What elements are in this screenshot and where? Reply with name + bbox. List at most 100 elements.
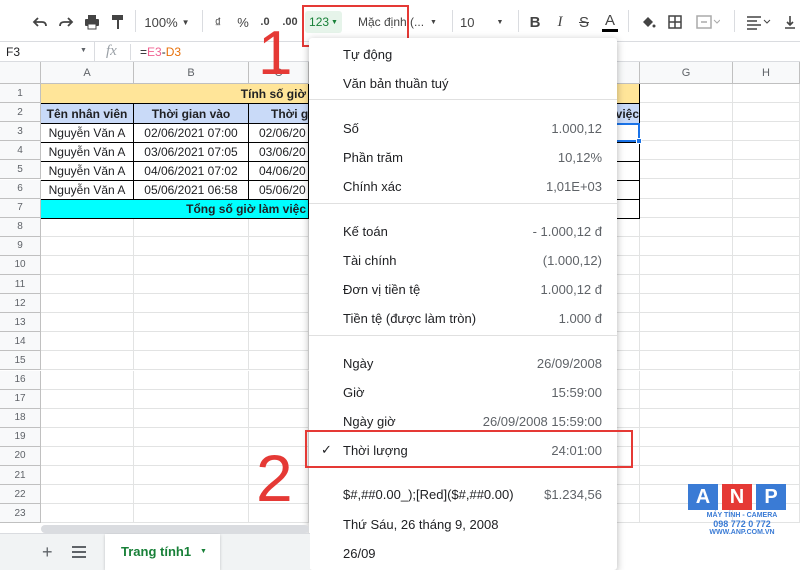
grid-cell[interactable] [134, 294, 249, 314]
name-box[interactable]: F3 ▼ [0, 42, 95, 61]
row-header[interactable]: 4 [0, 141, 41, 161]
grid-cell[interactable] [733, 179, 800, 199]
grid-cell[interactable] [733, 408, 800, 428]
row-header[interactable]: 3 [0, 122, 41, 142]
grid-cell[interactable] [617, 255, 640, 275]
grid-cell[interactable] [134, 313, 249, 333]
grid-cell[interactable] [617, 313, 640, 333]
grid-cell[interactable] [733, 236, 800, 256]
data-cell[interactable]: 04/06/20 [249, 162, 309, 181]
font-select[interactable]: Mặc định (... ▼ [358, 11, 446, 33]
grid-cell[interactable] [249, 389, 309, 409]
grid-cell[interactable] [249, 217, 309, 237]
grid-cell[interactable] [733, 160, 800, 180]
row-header[interactable]: 13 [0, 313, 41, 333]
grid-cell[interactable] [617, 217, 640, 237]
grid-cell[interactable] [134, 332, 249, 352]
grid-cell[interactable] [617, 294, 640, 314]
grid-cell[interactable] [640, 446, 733, 466]
grid-cell[interactable] [733, 217, 800, 237]
grid-cell[interactable] [617, 370, 640, 390]
grid-cell[interactable] [640, 236, 733, 256]
grid-cell[interactable] [41, 370, 134, 390]
grid-cell[interactable] [640, 84, 733, 103]
merge-cells-icon[interactable] [692, 11, 724, 33]
grid-cell[interactable] [249, 332, 309, 352]
menu-item[interactable]: Tài chính (1.000,12) [309, 246, 617, 274]
grid-cell[interactable] [134, 255, 249, 275]
column-header-b[interactable]: B [134, 62, 249, 84]
grid-cell[interactable] [733, 84, 800, 103]
column-header-f-partial[interactable] [617, 62, 640, 84]
grid-cell[interactable] [134, 485, 249, 505]
grid-cell[interactable] [617, 485, 640, 505]
grid-cell[interactable] [249, 294, 309, 314]
data-cell[interactable]: 02/06/2021 07:00 [134, 124, 249, 143]
grid-cell[interactable] [640, 351, 733, 371]
column-header-h[interactable]: H [733, 62, 800, 84]
data-cell-f[interactable] [617, 162, 640, 181]
percent-button[interactable]: % [235, 11, 251, 33]
grid-cell[interactable] [249, 236, 309, 256]
grid-cell[interactable] [41, 313, 134, 333]
data-cell[interactable]: Nguyễn Văn A [41, 124, 134, 143]
row-header[interactable]: 18 [0, 408, 41, 428]
grid-cell[interactable] [617, 332, 640, 352]
grid-cell[interactable] [733, 351, 800, 371]
grid-cell[interactable] [640, 179, 733, 199]
grid-cell[interactable] [134, 389, 249, 409]
grid-cell[interactable] [733, 466, 800, 485]
grid-cell[interactable] [733, 198, 800, 218]
strikethrough-button[interactable]: S [576, 11, 592, 33]
grid-cell[interactable] [733, 389, 800, 409]
menu-item[interactable]: Phần trăm 10,12% [309, 143, 617, 171]
grid-cell[interactable] [617, 389, 640, 409]
undo-icon[interactable] [30, 11, 50, 33]
horizontal-scrollbar[interactable] [41, 525, 309, 533]
grid-cell[interactable] [134, 408, 249, 428]
header-time-in[interactable]: Thời gian vào [134, 104, 249, 124]
data-cell[interactable]: Nguyễn Văn A [41, 181, 134, 200]
grid-cell[interactable] [640, 255, 733, 275]
grid-cell[interactable] [733, 427, 800, 447]
grid-cell[interactable] [41, 217, 134, 237]
grid-cell[interactable] [41, 389, 134, 409]
header-employee-name[interactable]: Tên nhân viên [41, 104, 134, 124]
menu-item[interactable]: Kế toán - 1.000,12 đ [309, 217, 617, 245]
data-cell-f[interactable] [617, 181, 640, 200]
all-sheets-icon[interactable] [72, 545, 86, 563]
menu-item[interactable]: Tự động [309, 40, 617, 68]
row-header[interactable]: 23 [0, 504, 41, 524]
row-header[interactable]: 19 [0, 427, 41, 447]
total-label-cell[interactable]: Tổng số giờ làm việc [41, 200, 309, 219]
header-time-out[interactable]: Thời gi [249, 104, 309, 124]
menu-item[interactable]: Ngày 26/09/2008 [309, 349, 617, 377]
menu-item[interactable]: Chính xác 1,01E+03 [309, 172, 617, 200]
row-header[interactable]: 22 [0, 485, 41, 505]
grid-cell[interactable] [41, 351, 134, 371]
grid-cell[interactable] [41, 294, 134, 314]
grid-cell[interactable] [249, 275, 309, 294]
grid-cell[interactable] [41, 275, 134, 294]
grid-cell[interactable] [640, 408, 733, 428]
grid-cell[interactable] [134, 504, 249, 524]
select-all-corner[interactable] [0, 62, 41, 84]
grid-cell[interactable] [640, 141, 733, 161]
sheet-title-cell-end[interactable] [617, 84, 640, 104]
grid-cell[interactable] [249, 370, 309, 390]
data-cell[interactable]: 03/06/20 [249, 143, 309, 162]
grid-cell[interactable] [617, 236, 640, 256]
data-cell[interactable]: Nguyễn Văn A [41, 143, 134, 162]
bold-button[interactable]: B [527, 11, 543, 33]
menu-item[interactable]: Thứ Sáu, 26 tháng 9, 2008 [309, 510, 617, 538]
grid-cell[interactable] [134, 275, 249, 294]
grid-cell[interactable] [249, 255, 309, 275]
row-header[interactable]: 12 [0, 294, 41, 314]
grid-cell[interactable] [617, 504, 640, 524]
grid-cell[interactable] [733, 275, 800, 294]
grid-cell[interactable] [640, 427, 733, 447]
menu-item[interactable]: $#,##0.00_);[Red]($#,##0.00) $1.234,56 [309, 480, 617, 508]
grid-cell[interactable] [134, 351, 249, 371]
grid-cell[interactable] [733, 313, 800, 333]
grid-cell[interactable] [41, 255, 134, 275]
